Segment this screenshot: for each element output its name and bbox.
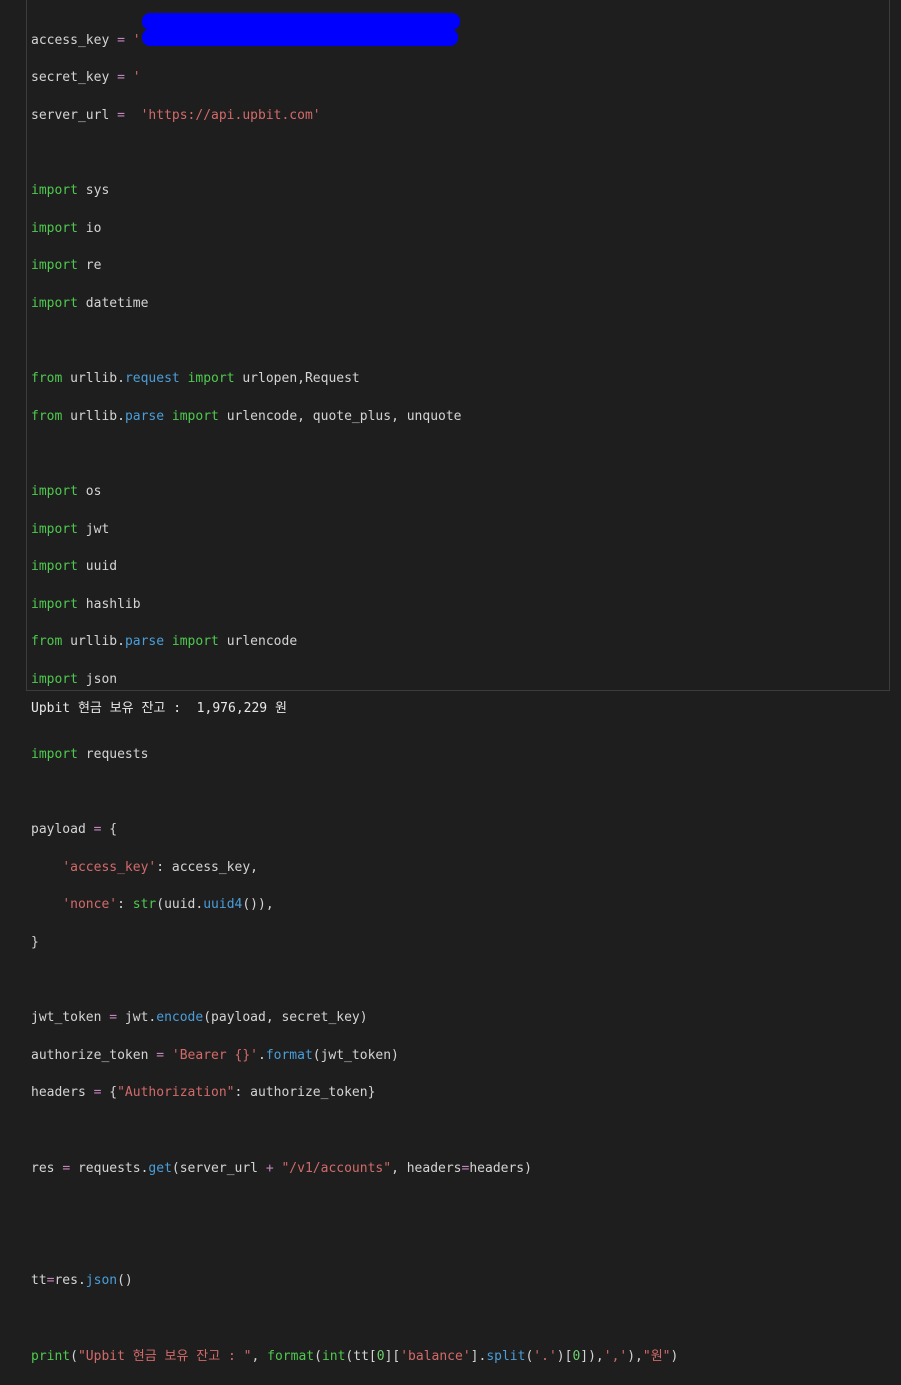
code-line-server-url: server_url = 'https://api.upbit.com' xyxy=(31,107,321,123)
code-line-print: print("Upbit 현금 보유 잔고 : ", format(int(tt… xyxy=(31,1348,679,1364)
code-line-import-re: import re xyxy=(31,258,102,274)
code-line-headers: headers = {"Authorization": authorize_to… xyxy=(31,1085,376,1101)
code-line-jwt-token: jwt_token = jwt.encode(payload, secret_k… xyxy=(31,1010,368,1026)
code-line-import-jwt: import jwt xyxy=(31,521,110,537)
code-line-from-request: from urllib.request import urlopen,Reque… xyxy=(31,371,360,387)
code-line-import-sys: import sys xyxy=(31,183,110,199)
code-line-from-parse-2: from urllib.parse import urlencode xyxy=(31,634,298,650)
code-line-import-os: import os xyxy=(31,483,102,499)
redaction-mark-access-key xyxy=(142,13,460,30)
code-line-tt: tt=res.json() xyxy=(31,1273,133,1289)
code-line-import-requests: import requests xyxy=(31,747,149,763)
code-line-import-io: import io xyxy=(31,220,102,236)
code-line-payload-access: 'access_key': access_key, xyxy=(62,859,258,875)
code-line-import-datetime: import datetime xyxy=(31,295,149,311)
code-line-payload: payload = { xyxy=(31,822,118,838)
code-line-import-uuid: import uuid xyxy=(31,559,118,575)
code-line-payload-close: } xyxy=(31,935,39,951)
code-line-import-hashlib: import hashlib xyxy=(31,596,141,612)
code-line-payload-nonce: 'nonce': str(uuid.uuid4()), xyxy=(62,897,274,913)
code-line-res: res = requests.get(server_url + "/v1/acc… xyxy=(31,1160,532,1176)
code-line-import-json: import json xyxy=(31,671,118,687)
redaction-mark-secret-key xyxy=(142,29,458,46)
cell-output: Upbit 현금 보유 잔고 : 1,976,229 원 xyxy=(31,701,287,716)
code-line-authorize-token: authorize_token = 'Bearer {}'.format(jwt… xyxy=(31,1047,399,1063)
code-line-secret-key: secret_key = ' xyxy=(31,70,141,86)
code-line-from-parse: from urllib.parse import urlencode, quot… xyxy=(31,408,462,424)
